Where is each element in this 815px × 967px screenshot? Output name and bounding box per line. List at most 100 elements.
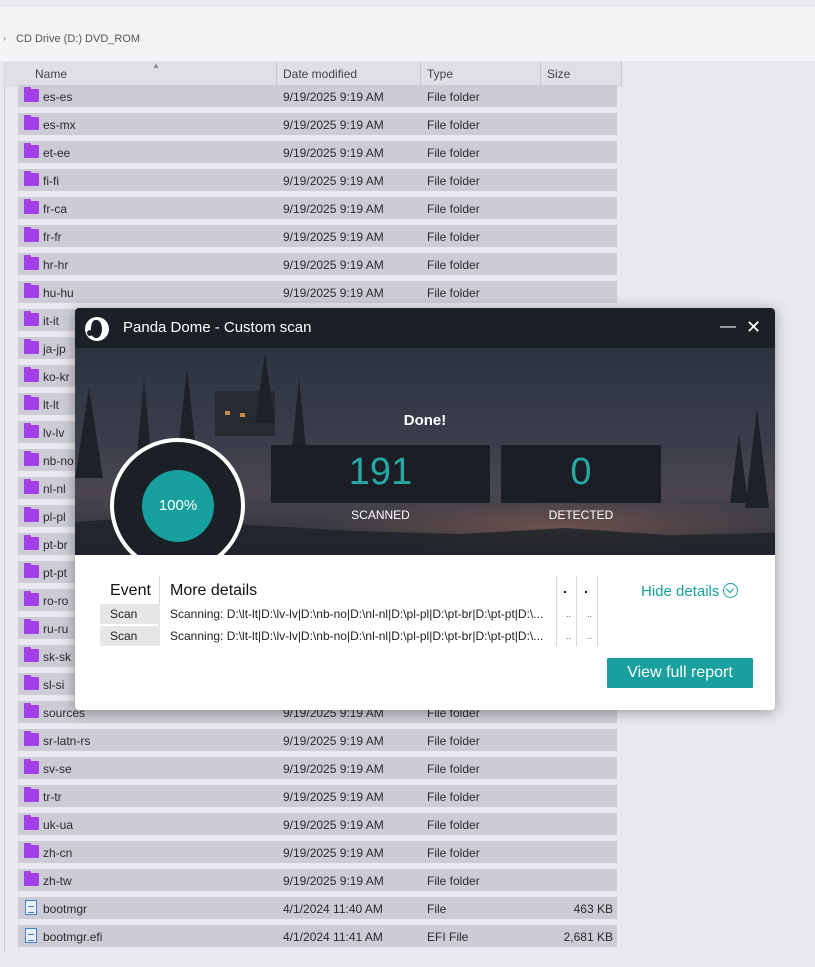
file-type: File folder xyxy=(427,258,480,272)
file-row[interactable]: tr-tr 9/19/2025 9:19 AM File folder xyxy=(18,785,617,807)
panda-logo-icon xyxy=(85,317,109,341)
file-type: File folder xyxy=(427,230,480,244)
folder-icon xyxy=(24,423,39,438)
detected-count: 0 xyxy=(570,451,592,493)
file-type: EFI File xyxy=(427,930,469,944)
folder-icon xyxy=(24,283,39,298)
file-row[interactable]: bootmgr 4/1/2024 11:40 AM File 463 KB xyxy=(18,897,617,919)
detected-label: DETECTED xyxy=(548,508,614,522)
file-date: 9/19/2025 9:19 AM xyxy=(283,286,384,300)
scanned-count: 191 xyxy=(348,451,413,493)
file-row[interactable]: fr-fr 9/19/2025 9:19 AM File folder xyxy=(18,225,617,247)
folder-icon xyxy=(24,367,39,382)
header-col3[interactable]: . xyxy=(563,580,567,596)
file-icon xyxy=(25,928,37,943)
folder-icon xyxy=(24,451,39,466)
file-date: 9/19/2025 9:19 AM xyxy=(283,118,384,132)
column-name[interactable]: Name xyxy=(29,62,277,87)
minimize-icon[interactable]: — xyxy=(720,318,736,336)
folder-icon xyxy=(24,115,39,130)
file-row[interactable]: et-ee 9/19/2025 9:19 AM File folder xyxy=(18,141,617,163)
panda-dome-window: Panda Dome - Custom scan — ✕ Done! 100% … xyxy=(75,308,775,710)
column-size[interactable]: Size xyxy=(541,62,622,87)
file-date: 9/19/2025 9:19 AM xyxy=(283,202,384,216)
close-icon[interactable]: ✕ xyxy=(746,317,761,338)
scanned-label: SCANNED xyxy=(351,508,410,522)
file-name: pt-br xyxy=(43,538,68,552)
file-name: bootmgr.efi xyxy=(43,930,103,944)
file-icon xyxy=(25,900,37,915)
file-name: zh-tw xyxy=(43,874,72,888)
file-name: bootmgr xyxy=(43,902,88,916)
title-bar[interactable]: Panda Dome - Custom scan — ✕ xyxy=(75,308,775,348)
file-row[interactable]: sr-latn-rs 9/19/2025 9:19 AM File folder xyxy=(18,729,617,751)
file-row[interactable]: zh-cn 9/19/2025 9:19 AM File folder xyxy=(18,841,617,863)
file-row[interactable]: bootmgr.efi 4/1/2024 11:41 AM EFI File 2,68… xyxy=(18,925,617,947)
folder-icon xyxy=(24,675,39,690)
folder-icon xyxy=(24,255,39,270)
scanned-box: 191 xyxy=(271,445,490,503)
column-type[interactable]: Type xyxy=(421,62,541,87)
file-name: fr-ca xyxy=(43,202,67,216)
details-row[interactable]: Scan Scanning: D:\lt-lt|D:\lv-lv|D:\nb-n… xyxy=(100,626,598,646)
file-date: 9/19/2025 9:19 AM xyxy=(283,146,384,160)
file-row[interactable]: fi-fi 9/19/2025 9:19 AM File folder xyxy=(18,169,617,191)
file-type: File folder xyxy=(427,286,480,300)
hide-details-link[interactable]: Hide details xyxy=(641,583,739,600)
folder-icon xyxy=(24,563,39,578)
file-type: File folder xyxy=(427,202,480,216)
file-date: 9/19/2025 9:19 AM xyxy=(283,174,384,188)
file-row[interactable]: es-es 9/19/2025 9:19 AM File folder xyxy=(18,85,617,107)
header-event[interactable]: Event xyxy=(110,582,151,600)
breadcrumb[interactable]: CD Drive (D:) DVD_ROM xyxy=(16,33,140,45)
folder-icon xyxy=(24,199,39,214)
file-name: ru-ru xyxy=(43,622,69,636)
file-date: 9/19/2025 9:19 AM xyxy=(283,818,384,832)
file-type: File folder xyxy=(427,734,480,748)
file-row[interactable]: uk-ua 9/19/2025 9:19 AM File folder xyxy=(18,813,617,835)
file-name: fr-fr xyxy=(43,230,62,244)
folder-icon xyxy=(24,703,39,718)
folder-icon xyxy=(24,395,39,410)
header-more-details[interactable]: More details xyxy=(170,582,257,600)
column-date-modified[interactable]: Date modified xyxy=(277,62,421,87)
file-row[interactable]: fr-ca 9/19/2025 9:19 AM File folder xyxy=(18,197,617,219)
header-col4[interactable]: . xyxy=(584,580,588,596)
file-row[interactable]: sv-se 9/19/2025 9:19 AM File folder xyxy=(18,757,617,779)
file-type: File folder xyxy=(427,90,480,104)
progress-percent: 100% xyxy=(158,497,198,514)
file-name: lv-lv xyxy=(43,426,65,440)
folder-icon xyxy=(24,815,39,830)
file-name: ro-ro xyxy=(43,594,69,608)
file-row[interactable]: es-mx 9/19/2025 9:19 AM File folder xyxy=(18,113,617,135)
folder-icon xyxy=(24,535,39,550)
folder-icon xyxy=(24,311,39,326)
chevron-right-icon[interactable]: › xyxy=(3,33,6,43)
file-row[interactable]: hu-hu 9/19/2025 9:19 AM File folder xyxy=(18,281,617,303)
file-type: File folder xyxy=(427,874,480,888)
file-name: zh-cn xyxy=(43,846,73,860)
file-size: 2,681 KB xyxy=(563,930,613,944)
folder-icon xyxy=(24,731,39,746)
file-name: fi-fi xyxy=(43,174,59,188)
folder-icon xyxy=(24,143,39,158)
file-type: File folder xyxy=(427,118,480,132)
folder-icon xyxy=(24,591,39,606)
file-name: tr-tr xyxy=(43,790,62,804)
file-date: 9/19/2025 9:19 AM xyxy=(283,734,384,748)
file-name: ja-jp xyxy=(43,342,66,356)
file-name: sl-si xyxy=(43,678,65,692)
chevron-down-circle-icon xyxy=(723,583,739,598)
window-title: Panda Dome - Custom scan xyxy=(123,319,312,336)
file-name: it-it xyxy=(43,314,59,328)
file-row[interactable]: zh-tw 9/19/2025 9:19 AM File folder xyxy=(18,869,617,891)
file-type: File folder xyxy=(427,846,480,860)
file-name: hu-hu xyxy=(43,286,74,300)
detected-box: 0 xyxy=(501,445,661,503)
address-bar[interactable]: › CD Drive (D:) DVD_ROM xyxy=(0,7,815,61)
file-row[interactable]: hr-hr 9/19/2025 9:19 AM File folder xyxy=(18,253,617,275)
view-full-report-button[interactable]: View full report xyxy=(607,658,753,688)
details-row[interactable]: Scan Scanning: D:\lt-lt|D:\lv-lv|D:\nb-n… xyxy=(100,604,598,624)
details-table: Event More details . . Scan Scanning: D:… xyxy=(100,576,598,650)
folder-icon xyxy=(24,619,39,634)
